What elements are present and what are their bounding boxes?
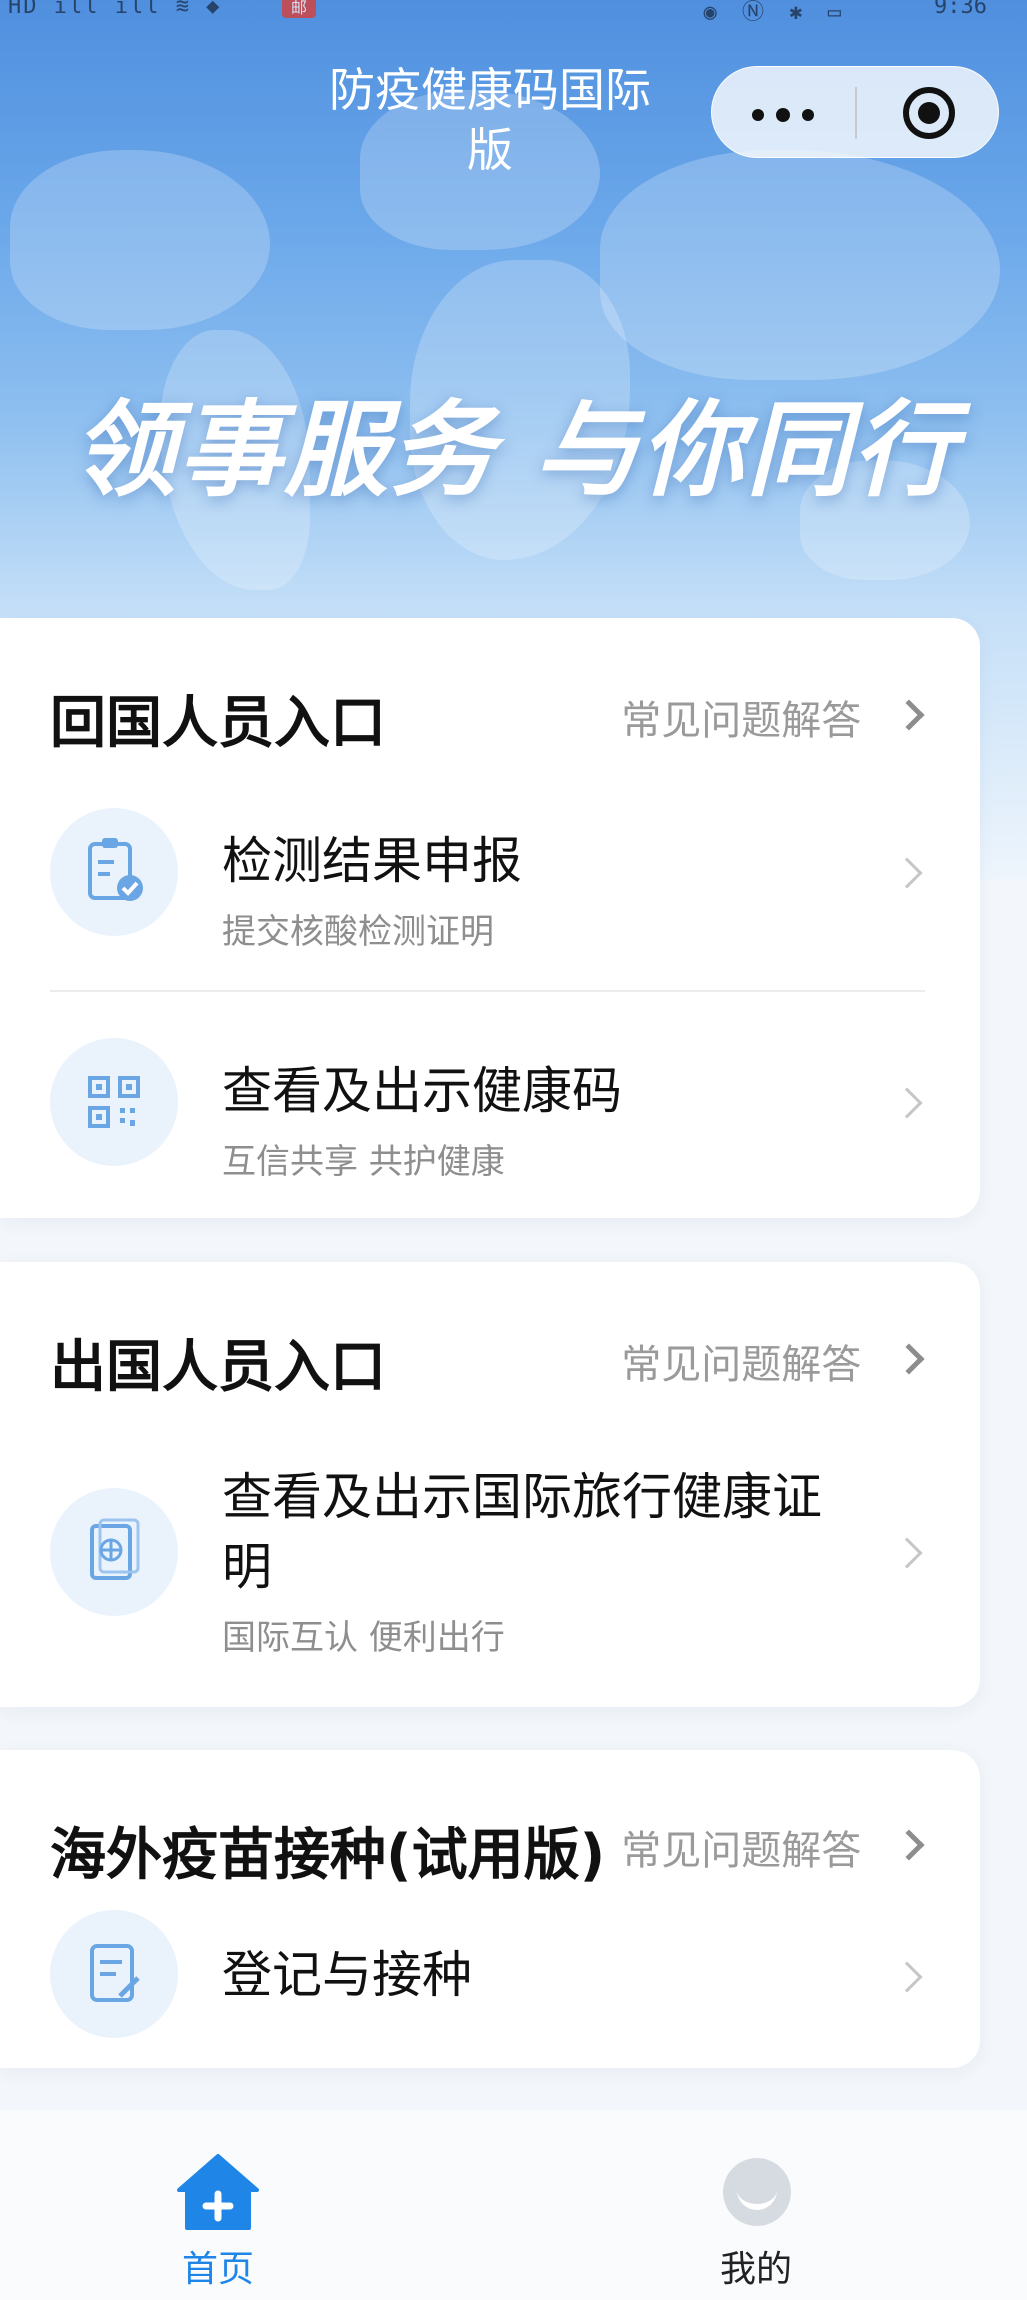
faq-link[interactable]: 常见问题解答 <box>621 1332 925 1390</box>
page-title: 防疫健康码国际版 <box>329 63 651 177</box>
tab-home-label: 首页 <box>181 2249 254 2290</box>
chevron-right-icon <box>891 1961 923 1993</box>
section-title: 海外疫苗接种(试用版) <box>50 1823 606 1888</box>
section-title: 回国人员入口 <box>50 691 386 756</box>
list-item-title-line1: 查看及出示国际旅行健康证 <box>222 1468 822 1526</box>
list-item-register-vaccination[interactable]: 登记与接种 <box>0 1910 980 2050</box>
status-time: 9:36 <box>934 0 987 19</box>
tab-me-label: 我的 <box>719 2249 792 2290</box>
status-app-badge: 邮 <box>282 0 316 18</box>
divider <box>50 990 925 992</box>
faq-label: 常见问题解答 <box>621 698 862 744</box>
chevron-right-icon <box>891 857 923 889</box>
list-item-title: 查看及出示健康码 <box>222 1062 622 1120</box>
list-item-subtitle: 互信共享 共护健康 <box>222 1142 505 1182</box>
close-miniprogram-icon[interactable] <box>903 87 955 139</box>
status-system-icons: ◉ Ⓝ ✱ ▭ <box>703 0 847 25</box>
list-item-subtitle: 提交核酸检测证明 <box>222 912 494 952</box>
faq-link[interactable]: 常见问题解答 <box>621 1818 925 1876</box>
chevron-right-icon <box>891 1537 923 1569</box>
bottom-tab-bar: 首页 我的 <box>0 2110 1027 2300</box>
section-vaccination: 海外疫苗接种(试用版) 常见问题解答 登记与接种 <box>0 1750 980 2068</box>
clipboard-check-icon <box>50 808 178 936</box>
qr-code-icon <box>50 1038 178 1166</box>
capsule-divider <box>855 87 857 139</box>
chevron-right-icon <box>891 1087 923 1119</box>
miniprogram-capsule <box>711 66 999 158</box>
list-item-title: 检测结果申报 <box>222 832 522 890</box>
faq-link[interactable]: 常见问题解答 <box>621 688 925 746</box>
tab-me[interactable]: 我的 <box>656 2110 856 2300</box>
list-item-title: 登记与接种 <box>222 1946 472 2004</box>
chevron-right-icon <box>893 699 925 731</box>
section-outbound: 出国人员入口 常见问题解答 查看及出示国际旅行健康证 明 国际互认 便利出行 <box>0 1262 980 1707</box>
chevron-right-icon <box>893 1829 925 1861</box>
faq-label: 常见问题解答 <box>621 1828 862 1874</box>
hero-slogan: 领事服务 与你同行 <box>72 389 959 511</box>
list-item-health-code[interactable]: 查看及出示健康码 互信共享 共护健康 <box>0 1038 980 1218</box>
faq-label: 常见问题解答 <box>621 1342 862 1388</box>
list-item-subtitle: 国际互认 便利出行 <box>222 1618 505 1658</box>
form-edit-icon <box>50 1910 178 2038</box>
list-item-travel-certificate[interactable]: 查看及出示国际旅行健康证 明 国际互认 便利出行 <box>0 1462 980 1692</box>
chevron-right-icon <box>893 1343 925 1375</box>
more-options-icon[interactable] <box>752 108 826 123</box>
list-item-title-line2: 明 <box>222 1538 272 1596</box>
world-map-asia <box>600 150 1000 380</box>
user-avatar-icon <box>723 2158 791 2226</box>
section-returnees: 回国人员入口 常见问题解答 检测结果申报 提交核酸检测证明 查看及出示健康码 互… <box>0 618 980 1218</box>
world-map-americas <box>10 150 270 330</box>
home-icon <box>177 2154 259 2230</box>
list-item-test-report[interactable]: 检测结果申报 提交核酸检测证明 <box>0 808 980 988</box>
status-bar: HD ıll ıll ≋ ◆ 邮 ◉ Ⓝ ✱ ▭ 9:36 <box>0 0 1027 25</box>
status-signal-icons: HD ıll ıll ≋ ◆ <box>8 0 222 19</box>
section-title: 出国人员入口 <box>50 1335 386 1400</box>
tab-home[interactable]: 首页 <box>118 2110 318 2300</box>
passport-icon <box>50 1488 178 1616</box>
